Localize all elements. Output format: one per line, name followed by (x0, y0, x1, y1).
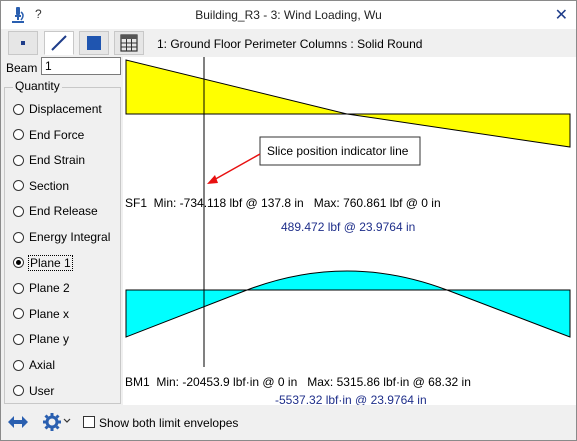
quantity-option-plane-2[interactable]: Plane 2 (13, 279, 70, 297)
beam-input[interactable] (41, 57, 121, 75)
quantity-option-end-release[interactable]: End Release (13, 202, 98, 220)
quantity-option-axial[interactable]: Axial (13, 356, 55, 374)
line-icon (51, 35, 67, 51)
radio-button[interactable] (13, 103, 24, 115)
node-view-button[interactable] (8, 31, 38, 55)
radio-button[interactable] (13, 231, 24, 243)
quantity-option-section[interactable]: Section (13, 177, 69, 195)
dot-icon (21, 41, 25, 45)
radio-label: Plane 2 (29, 281, 70, 296)
radio-label: End Strain (29, 153, 86, 168)
beam-label: Beam (6, 61, 38, 75)
member-view-button[interactable] (44, 31, 74, 55)
sf1-summary: SF1 Min: -734.118 lbf @ 137.8 in Max: 76… (125, 196, 441, 210)
table-icon (120, 34, 138, 52)
radio-button[interactable] (13, 129, 24, 141)
radio-button[interactable] (13, 257, 24, 269)
square-icon (87, 36, 101, 50)
radio-label: End Force (29, 127, 85, 142)
title-bar: ? Building_R3 - 3: Wind Loading, Wu ✕ (1, 1, 576, 29)
table-view-button[interactable] (114, 31, 144, 55)
radio-button[interactable] (13, 333, 24, 345)
quantity-option-end-force[interactable]: End Force (13, 126, 84, 144)
gear-icon[interactable] (43, 413, 61, 431)
radio-label: Energy Integral (29, 230, 111, 244)
diagram-plot-area[interactable]: Slice position indicator line SF1 Min: -… (123, 57, 576, 407)
chevron-down-icon[interactable] (63, 418, 71, 424)
toolbar: 1: Ground Floor Perimeter Columns : Soli… (1, 29, 576, 57)
double-arrow-icon[interactable] (7, 415, 29, 429)
sf1-slice-value: 489.472 lbf @ 23.9764 in (281, 220, 416, 234)
radio-button[interactable] (13, 180, 24, 192)
quantity-option-plane-x[interactable]: Plane x (13, 305, 69, 323)
quantity-option-energy-integral[interactable]: Energy Integral (13, 228, 110, 246)
quantity-option-user[interactable]: User (13, 382, 54, 400)
radio-label: Plane 1 (28, 254, 73, 271)
radio-button[interactable] (13, 308, 24, 320)
member-description: 1: Ground Floor Perimeter Columns : Soli… (157, 37, 423, 51)
radio-button[interactable] (13, 282, 24, 294)
bm-diagram-middle-area (246, 270, 448, 291)
radio-label: Plane x (29, 306, 70, 321)
radio-label: User (29, 383, 55, 398)
radio-label: Section (29, 178, 70, 193)
quantity-option-plane-y[interactable]: Plane y (13, 330, 69, 348)
bm-diagram-left-area (125, 289, 248, 338)
show-both-envelopes-label[interactable]: Show both limit envelopes (99, 416, 238, 430)
left-panel: Beam Quantity Displacement End Force End S… (1, 57, 123, 405)
quantity-group: Quantity Displacement End Force End Strain… (4, 79, 121, 404)
radio-button[interactable] (13, 205, 24, 217)
sf-diagram-positive-area (125, 59, 348, 115)
quantity-option-end-strain[interactable]: End Strain (13, 151, 85, 169)
bm-diagram-right-area (446, 289, 571, 338)
member-diagram-window: ? Building_R3 - 3: Wind Loading, Wu ✕ 1:… (0, 0, 577, 441)
annotation-arrow (211, 153, 261, 182)
annotation-text: Slice position indicator line (267, 144, 409, 158)
quantity-option-displacement[interactable]: Displacement (13, 100, 102, 118)
section-view-button[interactable] (79, 31, 109, 55)
radio-label: End Release (29, 204, 98, 219)
radio-label: Displacement (29, 102, 102, 116)
quantity-group-title: Quantity (13, 79, 62, 93)
radio-label: Axial (29, 358, 56, 372)
close-button[interactable]: ✕ (555, 5, 568, 25)
window-title: Building_R3 - 3: Wind Loading, Wu (195, 8, 382, 22)
radio-button[interactable] (13, 154, 24, 166)
radio-button[interactable] (13, 359, 24, 371)
bm1-summary: BM1 Min: -20453.9 lbf·in @ 0 in Max: 531… (125, 375, 471, 389)
bottom-bar: Show both limit envelopes (1, 405, 576, 440)
radio-label: Plane y (29, 332, 70, 347)
quantity-option-plane-1[interactable]: Plane 1 (13, 254, 73, 272)
radio-button[interactable] (13, 385, 24, 397)
annotation-arrowhead (207, 175, 218, 184)
show-both-envelopes-checkbox[interactable] (83, 416, 95, 428)
